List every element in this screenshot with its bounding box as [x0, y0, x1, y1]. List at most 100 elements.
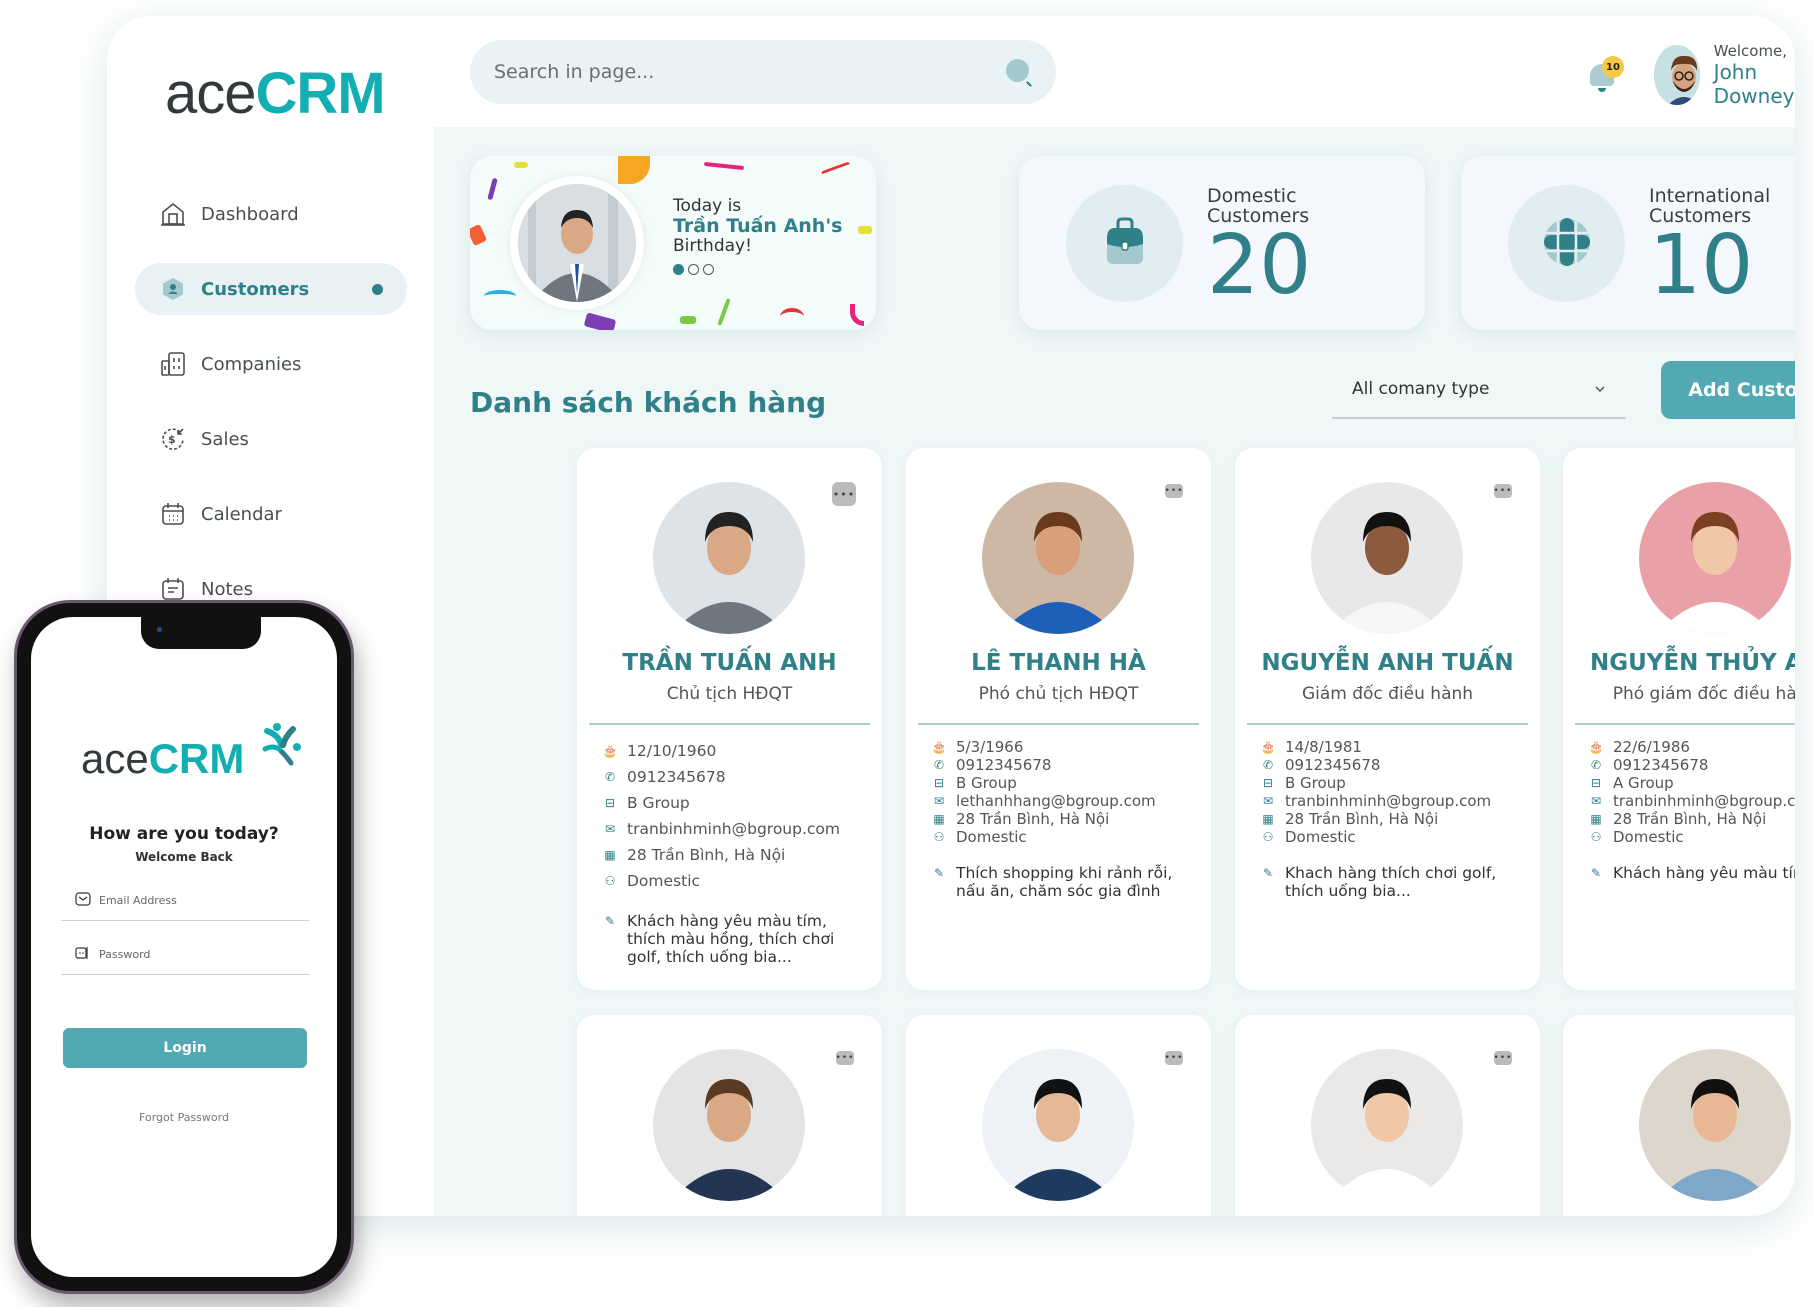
mail-icon: ✉: [1590, 794, 1602, 808]
birthday-card[interactable]: Today is Trần Tuấn Anh's Birthday!: [470, 156, 876, 330]
chevron-down-icon: [1594, 381, 1606, 397]
customer-card[interactable]: ••• TRẦN TUẤN ANH Chủ tịch HĐQT 🎂 12/10/1960…: [577, 448, 882, 990]
group-icon: ⚇: [1262, 830, 1274, 844]
password-input[interactable]: [99, 948, 299, 961]
detail-address: ▦ 28 Trần Bình, Hà Nội: [1587, 810, 1795, 828]
customer-card[interactable]: •••: [1563, 1015, 1795, 1216]
briefcase-icon: [1101, 216, 1149, 272]
briefcase-icon: ⊟: [1262, 776, 1274, 790]
briefcase-icon: ⊟: [604, 796, 616, 810]
notification-button[interactable]: 10: [1586, 56, 1624, 96]
sidebar-item-companies[interactable]: Companies: [135, 338, 407, 390]
detail-value: tranbinhminh@bgroup.com: [627, 820, 841, 838]
login-button[interactable]: Login: [63, 1028, 307, 1068]
more-options-button[interactable]: •••: [1494, 484, 1512, 498]
more-options-button[interactable]: •••: [836, 1051, 854, 1065]
detail-phone[interactable]: ✆ 0912345678: [930, 756, 1197, 774]
detail-email[interactable]: ✉ tranbinhminh@bgroup.com: [601, 816, 868, 842]
search-icon[interactable]: [1006, 59, 1032, 87]
detail-value: Domestic: [956, 828, 1027, 846]
phone-icon: ✆: [1590, 758, 1602, 772]
customer-card[interactable]: •••: [906, 1015, 1211, 1216]
detail-birthday: 🎂 5/3/1966: [930, 738, 1197, 756]
mail-icon: [75, 891, 91, 910]
forgot-password-link[interactable]: Forgot Password: [31, 1111, 337, 1124]
note-text: Khach hàng thích chơi golf, thích uống b…: [1285, 864, 1497, 900]
customer-name[interactable]: TRẦN TUẤN ANH: [577, 650, 882, 676]
detail-phone[interactable]: ✆ 0912345678: [1587, 756, 1795, 774]
app-logo: aceCRM: [165, 61, 386, 126]
sidebar-item-customers[interactable]: Customers: [135, 263, 407, 315]
stat-card-domestic: Domestic Customers 20: [1019, 156, 1425, 330]
divider: [589, 723, 870, 725]
detail-phone[interactable]: ✆ 0912345678: [1259, 756, 1526, 774]
search-bar[interactable]: [470, 40, 1056, 104]
crm-window: aceCRM Dashboard Customers Companies $ S…: [107, 16, 1795, 1216]
email-input[interactable]: [99, 894, 299, 907]
more-options-button[interactable]: •••: [1165, 1051, 1183, 1065]
user-avatar: [1654, 45, 1700, 105]
more-options-button[interactable]: •••: [1494, 1051, 1512, 1065]
customer-note: ✎ Thích shopping khi rảnh rỗi, nấu ăn, ch…: [930, 864, 1197, 900]
sidebar-item-dashboard[interactable]: Dashboard: [135, 188, 407, 240]
birthday-person: Trần Tuấn Anh's: [673, 215, 843, 237]
building-icon: [159, 350, 187, 378]
detail-value: lethanhhang@bgroup.com: [956, 792, 1156, 810]
detail-value: B Group: [956, 774, 1017, 792]
confetti: [484, 290, 516, 302]
sidebar-item-sales[interactable]: $ Sales: [135, 413, 407, 465]
more-options-button[interactable]: •••: [1165, 484, 1183, 498]
detail-address: ▦ 28 Trần Bình, Hà Nội: [1259, 810, 1526, 828]
password-field[interactable]: [61, 935, 309, 975]
sidebar-item-calendar[interactable]: Calendar: [135, 488, 407, 540]
customer-card[interactable]: ••• LÊ THANH HÀ Phó chủ tịch HĐQT 🎂 5/3/1966…: [906, 448, 1211, 990]
phone-logo: aceCRM: [81, 735, 245, 782]
sidebar-item-label: Notes: [201, 578, 253, 600]
carousel-dot[interactable]: [703, 264, 714, 275]
customer-card[interactable]: ••• NGUYỄN ANH TUẤN Giám đốc điều hành 🎂 14/…: [1235, 448, 1540, 990]
customer-photo: [982, 482, 1134, 634]
detail-value: B Group: [627, 794, 690, 812]
sidebar-item-label: Calendar: [201, 503, 282, 525]
detail-email[interactable]: ✉ tranbinhminh@bgroup.com: [1587, 792, 1795, 810]
detail-value: tranbinhminh@bgroup.com: [1285, 792, 1492, 810]
active-indicator: [372, 283, 383, 295]
email-field[interactable]: [61, 881, 309, 921]
building-icon: ▦: [604, 848, 616, 862]
group-icon: ⚇: [933, 830, 945, 844]
sidebar-menu: Dashboard Customers Companies $ Sales Ca…: [135, 188, 407, 638]
divider: [918, 723, 1199, 725]
detail-phone[interactable]: ✆ 0912345678: [601, 764, 868, 790]
detail-value: 5/3/1966: [956, 738, 1024, 756]
cake-icon: 🎂: [602, 744, 618, 758]
detail-email[interactable]: ✉ tranbinhminh@bgroup.com: [1259, 792, 1526, 810]
note-icon: ✎: [604, 914, 616, 928]
customer-photo: [653, 482, 805, 634]
detail-email[interactable]: ✉ lethanhhang@bgroup.com: [930, 792, 1197, 810]
carousel-dot[interactable]: [673, 264, 684, 275]
detail-value: 0912345678: [627, 768, 726, 786]
detail-value: 0912345678: [1285, 756, 1381, 774]
customer-details: 🎂 22/6/1986 ✆ 0912345678 ⊟ A Group ✉ tranbinhmi…: [1587, 738, 1795, 882]
customer-name[interactable]: LÊ THANH HÀ: [906, 650, 1211, 676]
customer-name[interactable]: NGUYỄN THỦY ANH: [1563, 650, 1795, 676]
cake-icon: 🎂: [1260, 740, 1276, 754]
company-type-select[interactable]: All comany type: [1332, 361, 1626, 419]
detail-value: A Group: [1613, 774, 1674, 792]
camera-icon: [157, 627, 162, 632]
customer-photo: [1639, 482, 1791, 634]
detail-type: ⚇ Domestic: [1587, 828, 1795, 846]
customer-card[interactable]: •••: [577, 1015, 882, 1216]
add-customer-button[interactable]: Add Customer: [1661, 361, 1795, 419]
customer-card[interactable]: •••: [1235, 1015, 1540, 1216]
confetti: [514, 162, 528, 168]
carousel-dot[interactable]: [688, 264, 699, 275]
customer-name[interactable]: NGUYỄN ANH TUẤN: [1235, 650, 1540, 676]
search-input[interactable]: [494, 61, 1006, 83]
more-options-button[interactable]: •••: [832, 482, 856, 506]
customer-title: Chủ tịch HĐQT: [666, 684, 793, 704]
user-menu[interactable]: Welcome, John Downey: [1654, 42, 1795, 108]
customer-title: Phó chủ tịch HĐQT: [978, 684, 1139, 704]
customer-card[interactable]: •••NGUYỄN THỦY ANHPhó giám đốc điều hành…: [1563, 448, 1795, 990]
note-text: Khách hàng yêu màu tím: [1613, 864, 1795, 882]
